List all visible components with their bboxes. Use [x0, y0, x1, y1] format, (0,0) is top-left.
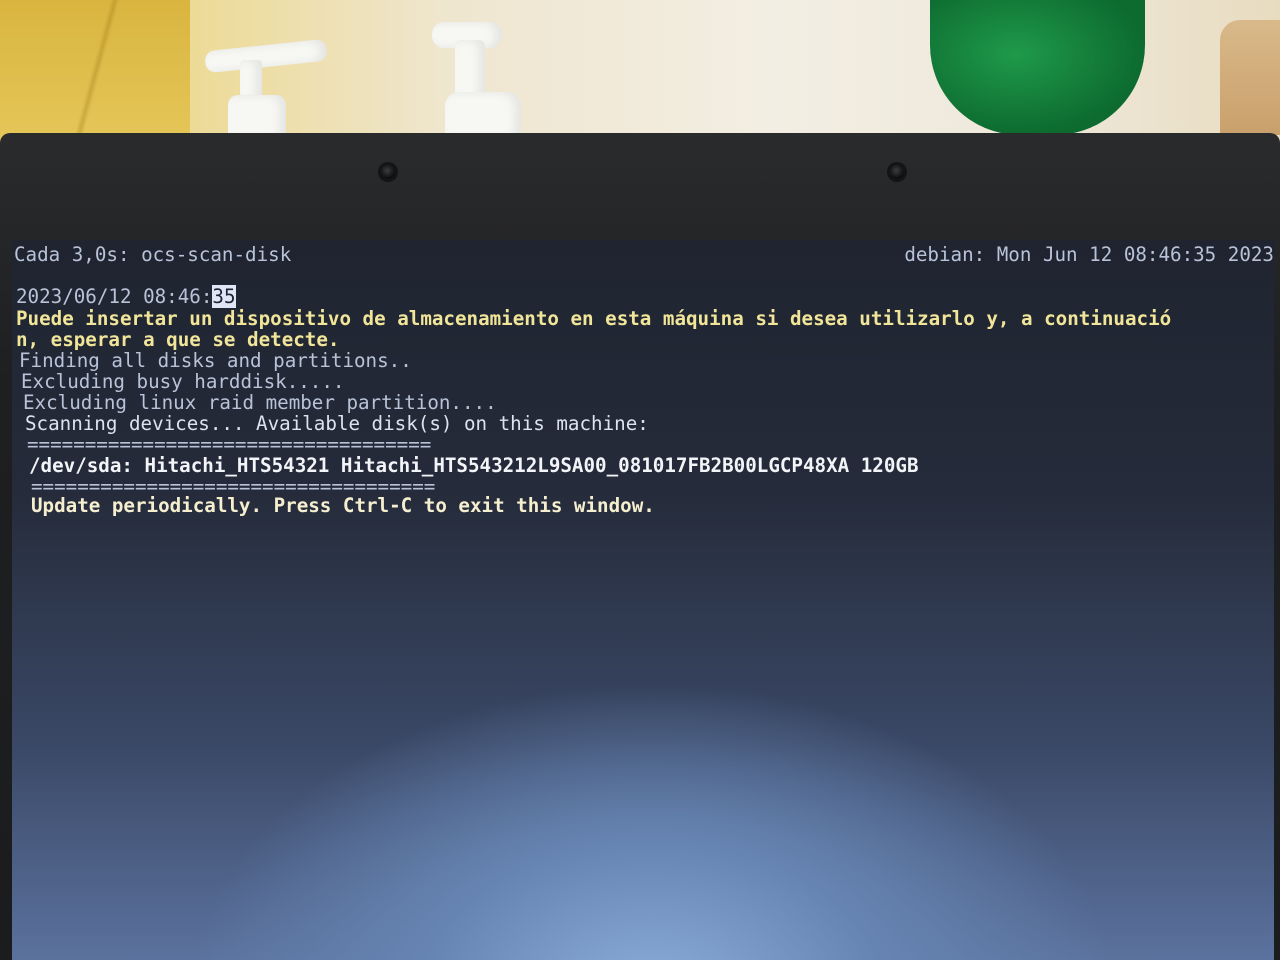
separator-top: ===================================: [27, 433, 432, 456]
excluding-raid-line: Excluding linux raid member partition...…: [23, 391, 497, 414]
background-bottle-neck: [455, 40, 485, 98]
finding-disks-line: Finding all disks and partitions..: [19, 349, 412, 372]
background-bottle-neck: [240, 60, 262, 100]
timestamp-text: 2023/06/12 08:46:: [16, 285, 213, 308]
scanning-devices-line: Scanning devices... Available disk(s) on…: [25, 412, 649, 435]
terminal-screen[interactable]: Cada 3,0s: ocs-scan-disk debian: Mon Jun…: [12, 240, 1274, 960]
terminal-output: Cada 3,0s: ocs-scan-disk debian: Mon Jun…: [12, 240, 1274, 639]
webcam-icon: [381, 165, 395, 179]
watch-header-command: Cada 3,0s: ocs-scan-disk: [14, 243, 292, 266]
cursor-seconds: 35: [212, 285, 236, 308]
webcam-icon: [890, 165, 904, 179]
background-tiles: [0, 0, 190, 150]
disk-entry: /dev/sda: Hitachi_HTS54321 Hitachi_HTS54…: [29, 454, 919, 477]
watch-header-host-time: debian: Mon Jun 12 08:46:35 2023: [904, 243, 1274, 266]
background-chair-frame: [1220, 20, 1280, 135]
insert-device-message-cont: n, esperar a que se detecte.: [16, 328, 340, 351]
excluding-busy-line: Excluding busy harddisk.....: [21, 370, 345, 393]
insert-device-message: Puede insertar un dispositivo de almacen…: [16, 307, 1172, 330]
timestamp-line: 2023/06/12 08:46:35: [16, 285, 236, 308]
update-hint-line: Update periodically. Press Ctrl-C to exi…: [31, 494, 655, 517]
